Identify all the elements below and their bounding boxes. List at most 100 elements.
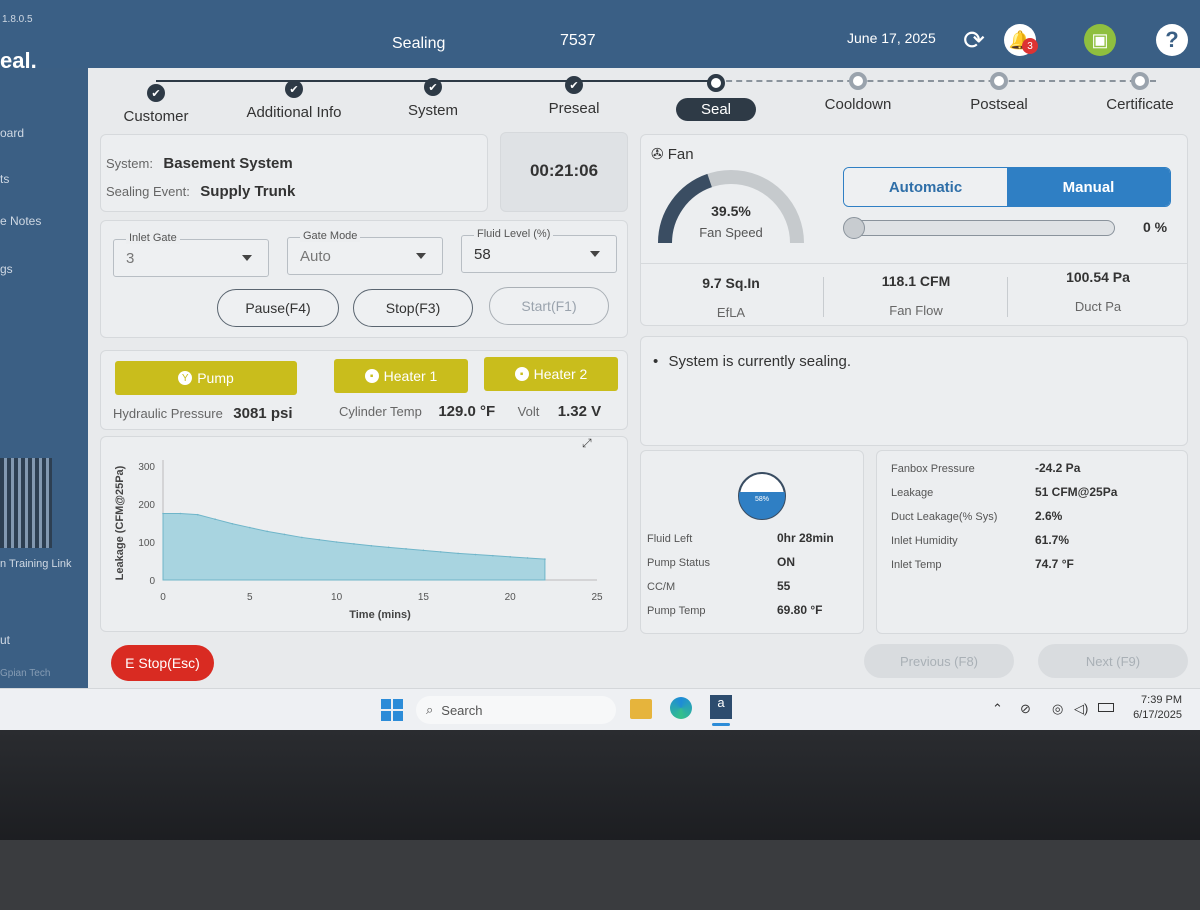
- fluid-row-label: Fluid Left: [647, 533, 693, 545]
- next-button[interactable]: Next (F9): [1038, 644, 1188, 678]
- globe-icon[interactable]: ◎: [1052, 701, 1063, 717]
- chart-x-tick-label: 5: [247, 592, 253, 603]
- heater-1-button[interactable]: ▪ Heater 1: [334, 359, 468, 393]
- reading-label: Duct Leakage(% Sys): [891, 511, 998, 523]
- fan-manual-slider[interactable]: [845, 220, 1115, 236]
- chart-area-series: [162, 513, 546, 581]
- sidebar-item-settings[interactable]: gs: [0, 262, 13, 276]
- step-additional-info[interactable]: ✔ Additional Info: [238, 80, 350, 121]
- emergency-stop-button[interactable]: E Stop(Esc): [111, 645, 214, 681]
- fluid-level-select[interactable]: Fluid Level (%) 58: [461, 228, 617, 273]
- previous-button[interactable]: Previous (F8): [864, 644, 1014, 678]
- check-icon: ✔: [424, 78, 442, 96]
- fan-slider-handle[interactable]: [843, 217, 865, 239]
- windows-start-icon[interactable]: [381, 699, 403, 721]
- hydraulic-pressure-value: 3081 psi: [233, 405, 293, 422]
- tray-date: 6/17/2025: [1133, 709, 1182, 721]
- fan-speed-label: Fan Speed: [699, 225, 763, 240]
- sidebar-training-link[interactable]: n Training Link: [0, 558, 72, 570]
- fan-manual-percent: 0 %: [1143, 219, 1168, 235]
- app-screen: 1.8.0.5 eal. Sealing 7537 June 17, 2025 …: [0, 0, 1200, 730]
- step-customer[interactable]: ✔ Customer: [108, 84, 204, 125]
- chart-data-point: [405, 548, 407, 550]
- chart-data-point: [474, 553, 477, 556]
- fluid-row-value: ON: [777, 555, 795, 569]
- battery-icon[interactable]: [1098, 703, 1114, 712]
- active-app-indicator: [712, 723, 730, 726]
- current-step-icon: [707, 74, 725, 92]
- chart-y-tick-label: 200: [138, 500, 155, 511]
- qr-code: [0, 458, 52, 548]
- chart-y-axis-label: Leakage (CFM@25Pa): [114, 465, 126, 580]
- app-taskbar-icon[interactable]: a: [710, 695, 732, 719]
- duct-pa-label: Duct Pa: [1074, 299, 1122, 314]
- sync-icon[interactable]: ⟳: [958, 24, 990, 56]
- gate-mode-select[interactable]: Gate Mode Auto: [287, 230, 443, 275]
- equipment-card: Y Pump ▪ Heater 1 ▪ Heater 2 Hydraulic Pres…: [100, 350, 628, 430]
- fan-divider: [641, 263, 1187, 264]
- fan-title: Fan: [667, 146, 694, 163]
- reading-label: Inlet Temp: [891, 559, 942, 571]
- chart-data-point: [179, 512, 182, 515]
- chart-x-tick-label: 20: [505, 592, 517, 603]
- start-button[interactable]: Start(F1): [489, 287, 609, 325]
- manual-mode-button[interactable]: Manual: [1007, 168, 1170, 206]
- automatic-mode-button[interactable]: Automatic: [844, 168, 1007, 206]
- pause-button[interactable]: Pause(F4): [217, 289, 339, 327]
- toolbox-icon[interactable]: ▣: [1084, 24, 1116, 56]
- efla-label: EfLA: [716, 305, 746, 320]
- network-icon[interactable]: ⊘: [1020, 701, 1031, 717]
- speaker-icon[interactable]: ◁): [1074, 701, 1088, 717]
- step-certificate[interactable]: Certificate: [1092, 72, 1188, 113]
- chart-data-point: [318, 538, 321, 541]
- sidebar-item-dashboard[interactable]: oard: [0, 126, 24, 140]
- chart-x-tick-label: 15: [418, 592, 430, 603]
- sidebar-brand: Gpian Tech: [0, 668, 51, 679]
- header-date: June 17, 2025: [847, 30, 936, 46]
- step-system[interactable]: ✔ System: [388, 78, 478, 119]
- stop-button[interactable]: Stop(F3): [353, 289, 473, 327]
- pump-button[interactable]: Y Pump: [115, 361, 297, 395]
- edge-browser-icon[interactable]: [670, 697, 692, 719]
- chart-data-point: [214, 518, 216, 520]
- sidebar-item-notes[interactable]: e Notes: [0, 214, 41, 228]
- sidebar-item-reports[interactable]: ts: [0, 172, 9, 186]
- chart-data-point: [353, 543, 355, 545]
- search-icon: ⌕: [426, 702, 434, 717]
- reading-value: -24.2 Pa: [1035, 461, 1081, 475]
- file-explorer-icon[interactable]: [630, 699, 652, 719]
- page-title: Sealing: [392, 35, 446, 52]
- taskbar-search[interactable]: ⌕ Search: [416, 696, 616, 724]
- step-seal[interactable]: Seal: [676, 74, 756, 121]
- chart-data-point: [526, 557, 529, 559]
- heater-2-button[interactable]: ▪ Heater 2: [484, 357, 618, 391]
- fluid-row-label: CC/M: [647, 581, 676, 593]
- inlet-gate-select[interactable]: Inlet Gate 3: [113, 232, 269, 277]
- volt-label: Volt: [517, 404, 540, 419]
- step-postseal[interactable]: Postseal: [954, 72, 1044, 113]
- chart-x-axis-label: Time (mins): [349, 609, 411, 621]
- chart-data-point: [370, 545, 373, 547]
- cylinder-temp-label: Cylinder Temp: [339, 404, 422, 419]
- control-card: Inlet Gate 3 Gate Mode Auto Fluid Level …: [100, 220, 628, 338]
- sealing-event-value: Supply Trunk: [200, 183, 296, 200]
- check-icon: ✔: [565, 76, 583, 94]
- sidebar-item-logout[interactable]: ut: [0, 633, 10, 647]
- reading-value: 51 CFM@25Pa: [1035, 485, 1118, 499]
- step-preseal[interactable]: ✔ Preseal: [528, 76, 620, 117]
- reading-label: Inlet Humidity: [891, 535, 958, 547]
- chart-data-point: [266, 530, 268, 533]
- fan-flow-label: Fan Flow: [889, 303, 943, 318]
- tray-chevron-icon[interactable]: ⌃: [992, 701, 1003, 717]
- tray-clock[interactable]: 7:39 PM 6/17/2025: [1133, 693, 1182, 723]
- chart-data-point: [422, 549, 425, 552]
- efla-value: 9.7 Sq.In: [702, 275, 760, 291]
- seal-timer: 00:21:06: [529, 161, 599, 180]
- chart-data-point: [283, 533, 286, 536]
- reading-value: 61.7%: [1035, 533, 1070, 547]
- leakage-chart: 0 5 10 15 20 25 0 100 200 300 Time (mins) Leakage (…: [114, 460, 603, 621]
- step-cooldown[interactable]: Cooldown: [810, 72, 906, 113]
- help-icon[interactable]: ?: [1156, 24, 1188, 56]
- hydraulic-pressure-label: Hydraulic Pressure: [113, 406, 223, 421]
- fan-mode-toggle[interactable]: Automatic Manual: [843, 167, 1171, 207]
